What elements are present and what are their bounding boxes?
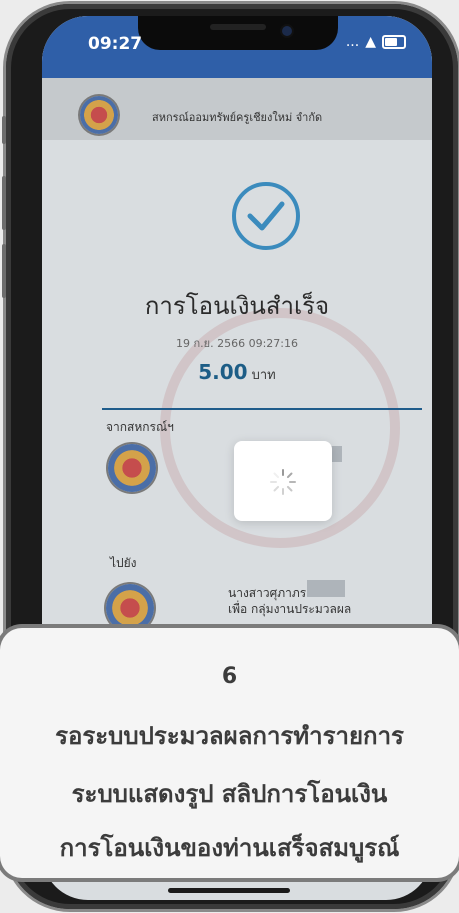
masked-recipient-surname (307, 580, 345, 597)
speaker-grille (210, 24, 266, 30)
volume-down-button (2, 244, 6, 298)
signal-icon: ... (345, 34, 360, 50)
phone-notch (138, 16, 338, 50)
loading-spinner-icon (270, 469, 296, 495)
status-time: 09:27 (88, 34, 143, 54)
recipient-purpose: เพื่อ กลุ่มงานประมวลผล (228, 602, 352, 616)
coop-logo (80, 96, 118, 134)
divider (102, 408, 422, 410)
status-icons: ... ▲ (346, 34, 406, 50)
from-label: จากสหกรณ์ฯ (106, 420, 174, 434)
instruction-line-2: ระบบแสดงรูป สลิปการโอนเงิน (71, 780, 388, 808)
step-number: 6 (221, 664, 238, 689)
success-check-icon (232, 182, 300, 250)
home-indicator (168, 888, 290, 893)
transfer-amount: 5.00 บาท (42, 360, 432, 385)
amount-currency: บาท (251, 368, 276, 383)
battery-icon (382, 35, 406, 49)
front-camera (282, 26, 292, 36)
transfer-success-title: การโอนเงินสำเร็จ (144, 292, 330, 320)
wifi-icon: ▲ (365, 34, 376, 50)
coop-name: สหกรณ์ออมทรัพย์ครูเชียงใหม่ จำกัด (152, 111, 323, 124)
from-account-logo (108, 444, 156, 492)
checkmark-icon (247, 201, 285, 231)
instruction-line-1: รอระบบประมวลผลการทำรายการ (55, 722, 404, 750)
loading-dialog (234, 441, 332, 521)
mute-switch (2, 116, 6, 144)
transfer-datetime: 19 ก.ย. 2566 09:27:16 (176, 337, 298, 350)
volume-up-button (2, 176, 6, 230)
to-account-logo (106, 584, 154, 632)
to-label: ไปยัง (110, 556, 137, 570)
instruction-line-3: การโอนเงินของท่านเสร็จสมบูรณ์ (59, 834, 400, 862)
amount-value: 5.00 (198, 360, 248, 384)
